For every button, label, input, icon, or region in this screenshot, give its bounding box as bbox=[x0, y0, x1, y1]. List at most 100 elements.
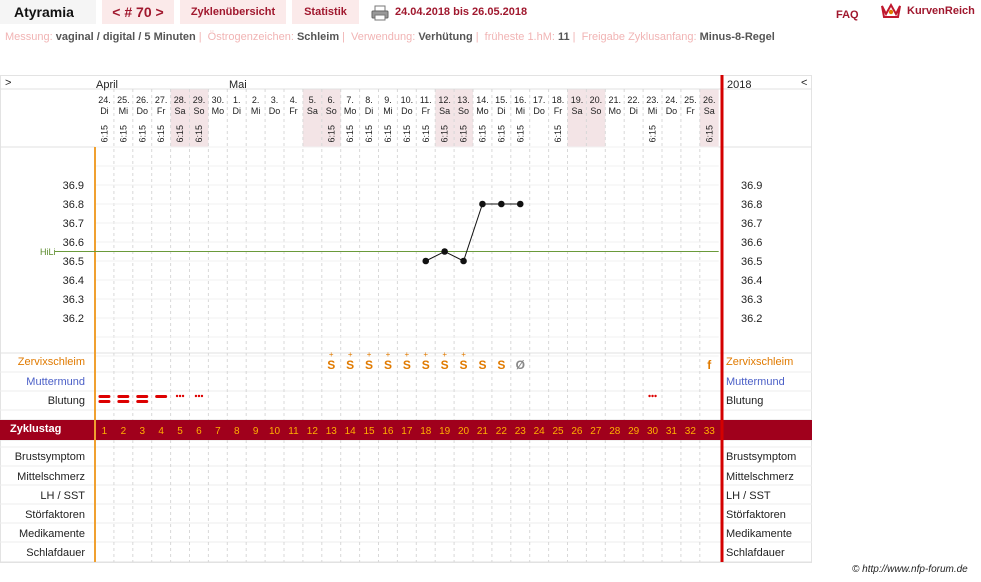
day-weekday: Sa bbox=[704, 106, 715, 116]
cycle-day-number: 7 bbox=[215, 426, 221, 437]
day-weekday: Fr bbox=[289, 106, 298, 116]
day-date: 23. bbox=[646, 95, 659, 105]
bleeding-heavy bbox=[117, 395, 130, 398]
value-oestrogen: Schleim bbox=[296, 31, 340, 43]
row-label-bleeding: Blutung bbox=[47, 395, 85, 407]
measure-time: 6:15 bbox=[421, 125, 431, 143]
day-date: 12. bbox=[438, 95, 451, 105]
day-weekday: Mi bbox=[251, 106, 261, 116]
y-tick-label-right: 36.7 bbox=[741, 218, 762, 230]
label-messung: Messung: bbox=[5, 31, 53, 43]
cycle-day-number: 20 bbox=[458, 426, 470, 437]
mucus-mark: S bbox=[365, 358, 373, 372]
value-verwendung: Verhütung bbox=[418, 31, 473, 43]
cycle-day-number: 24 bbox=[534, 426, 546, 437]
mucus-mark: S bbox=[497, 358, 505, 372]
day-weekday: Sa bbox=[175, 106, 186, 116]
day-date: 27. bbox=[155, 95, 168, 105]
cycle-day-number: 8 bbox=[234, 426, 240, 437]
row-label-midpain: Mittelschmerz bbox=[17, 471, 85, 483]
day-weekday: So bbox=[458, 106, 469, 116]
row-label-breast: Brustsymptom bbox=[14, 451, 85, 463]
cycle-navigator[interactable]: < # 70 > bbox=[102, 0, 174, 24]
day-date: 17. bbox=[533, 95, 546, 105]
row-label-sleep-right: Schlafdauer bbox=[726, 547, 785, 559]
measure-time: 6:15 bbox=[118, 125, 128, 143]
bleeding-heavy bbox=[117, 400, 130, 403]
row-label-breast-right: Brustsymptom bbox=[726, 451, 797, 463]
temperature-point bbox=[441, 248, 448, 255]
day-weekday: Do bbox=[136, 106, 148, 116]
mucus-mark: Ø bbox=[516, 358, 525, 372]
row-label-disturb-right: Störfaktoren bbox=[726, 509, 786, 521]
day-date: 30. bbox=[212, 95, 225, 105]
bleeding-spot bbox=[200, 394, 204, 398]
y-tick-label: 36.7 bbox=[63, 218, 84, 230]
day-date: 26. bbox=[136, 95, 149, 105]
bleeding-heavy bbox=[98, 395, 111, 398]
day-weekday: Sa bbox=[439, 106, 450, 116]
day-date: 21. bbox=[608, 95, 621, 105]
measure-time: 6:15 bbox=[175, 125, 185, 143]
day-date: 24. bbox=[665, 95, 678, 105]
logo-text[interactable]: KurvenReich bbox=[907, 5, 975, 17]
day-weekday: Di bbox=[497, 106, 506, 116]
day-date: 25. bbox=[117, 95, 130, 105]
bleeding-heavy bbox=[136, 395, 149, 398]
day-weekday: Mi bbox=[119, 106, 129, 116]
tab-cycle-overview[interactable]: Zyklenübersicht bbox=[180, 0, 286, 24]
temperature-point bbox=[516, 200, 524, 208]
cycle-day-number: 32 bbox=[685, 426, 697, 437]
username-title: Atyramia bbox=[0, 0, 96, 24]
cycle-day-number: 5 bbox=[177, 426, 183, 437]
cycle-day-number: 11 bbox=[288, 426, 299, 437]
label-freigabe: Freigabe Zyklusanfang: bbox=[581, 31, 697, 43]
temperature-point bbox=[479, 200, 486, 208]
cycle-day-number: 30 bbox=[647, 426, 659, 437]
tab-statistics[interactable]: Statistik bbox=[292, 0, 359, 24]
mucus-mark: S bbox=[422, 358, 430, 372]
day-date: 1. bbox=[233, 95, 241, 105]
day-date: 28. bbox=[174, 95, 187, 105]
day-date: 22. bbox=[627, 95, 640, 105]
day-date: 19. bbox=[571, 95, 584, 105]
row-label-cycle-day: Zyklustag bbox=[10, 423, 62, 435]
measure-time: 6:15 bbox=[345, 125, 355, 143]
label-frueheste: früheste 1.hM: bbox=[484, 31, 555, 43]
mucus-mark: S bbox=[384, 358, 392, 372]
printer-icon[interactable] bbox=[371, 5, 389, 21]
year-label: 2018 bbox=[727, 79, 752, 91]
y-tick-label-right: 36.5 bbox=[741, 256, 762, 268]
bleeding-spot bbox=[175, 394, 179, 398]
nav-prev-arrow[interactable]: > bbox=[5, 77, 11, 89]
cycle-day-number: 13 bbox=[326, 426, 338, 437]
chart-frame bbox=[0, 75, 812, 563]
cycle-day-number: 26 bbox=[571, 426, 583, 437]
day-weekday: So bbox=[326, 106, 337, 116]
day-weekday: Sa bbox=[307, 106, 318, 116]
cycle-day-number: 22 bbox=[496, 426, 508, 437]
nav-next-arrow[interactable]: < bbox=[801, 77, 807, 89]
chart-canvas: 36.9 36.936.8 36.836.7 36.736.6 36.636.5 36.5… bbox=[0, 75, 812, 563]
y-tick-label: 36.9 bbox=[63, 180, 84, 192]
cycle-day-number: 10 bbox=[269, 426, 281, 437]
day-date: 4. bbox=[290, 95, 298, 105]
mucus-mark: f bbox=[707, 358, 712, 372]
temperature-point bbox=[498, 200, 505, 208]
bleeding-heavy bbox=[136, 400, 149, 403]
label-oestrogen: Östrogenzeichen: bbox=[207, 31, 294, 43]
cycle-day-number: 27 bbox=[590, 426, 602, 437]
y-tick-label-right: 36.6 bbox=[741, 237, 762, 249]
crown-icon[interactable] bbox=[880, 2, 902, 20]
value-messung: vaginal / digital / 5 Minuten bbox=[55, 31, 196, 43]
faq-link[interactable]: FAQ bbox=[836, 9, 859, 21]
day-date: 11. bbox=[420, 95, 432, 105]
day-date: 16. bbox=[514, 95, 527, 105]
measure-time: 6:15 bbox=[383, 125, 393, 143]
bleeding-spot bbox=[178, 394, 182, 398]
row-label-cervix-position-right: Muttermund bbox=[726, 376, 785, 388]
day-weekday: Di bbox=[100, 106, 109, 116]
y-tick-label-right: 36.9 bbox=[741, 180, 762, 192]
day-date: 18. bbox=[552, 95, 565, 105]
y-tick-label: 36.3 bbox=[63, 294, 84, 306]
